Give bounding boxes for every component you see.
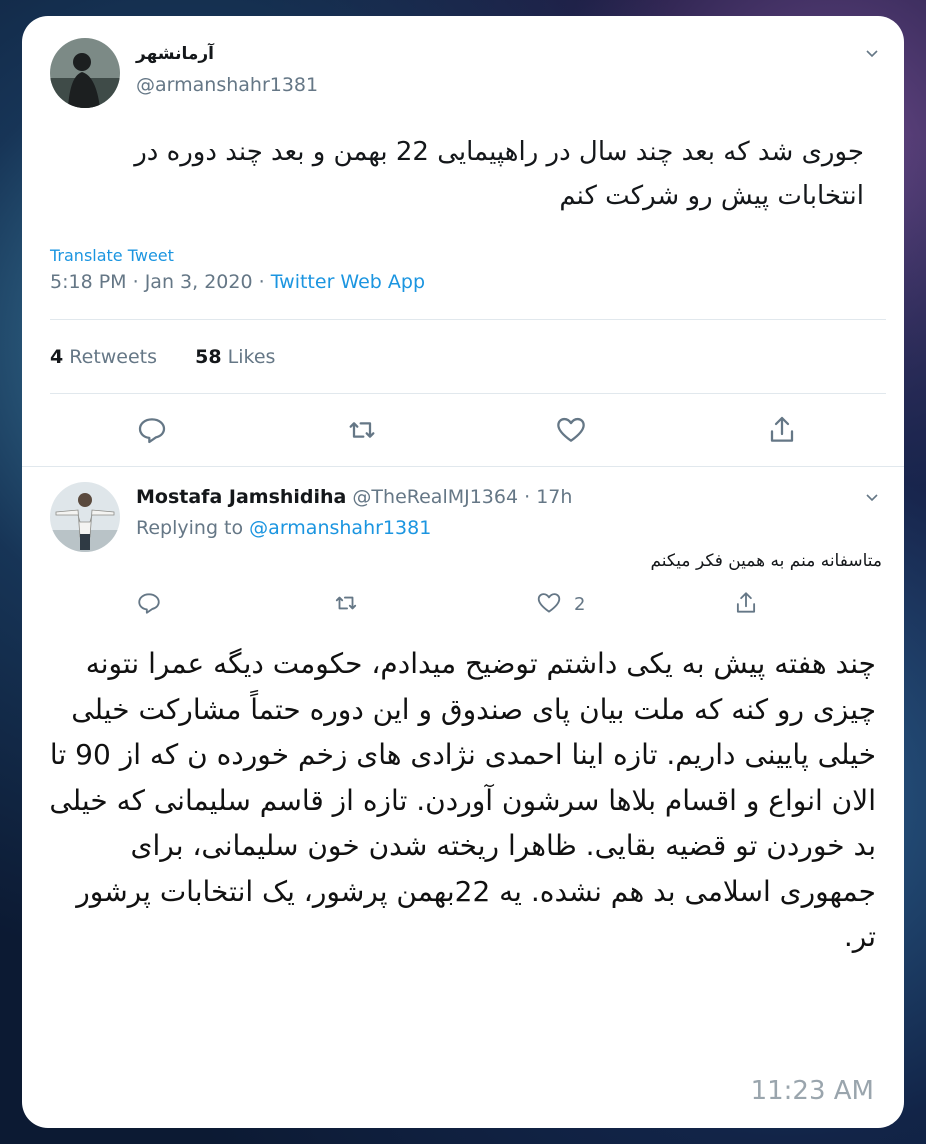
message-bubble: آرمانشهر @armanshahr1381 جوری شد که بعد … (22, 16, 904, 1128)
tweet-date[interactable]: Jan 3, 2020 (145, 271, 253, 293)
share-icon[interactable] (766, 414, 798, 446)
retweets-stat[interactable]: 4 Retweets (50, 346, 157, 368)
divider (50, 393, 886, 394)
reply-avatar[interactable] (50, 482, 120, 552)
tweet-time[interactable]: 5:18 PM (50, 271, 127, 293)
tweet-meta: 5:18 PM · Jan 3, 2020 · Twitter Web App (50, 271, 425, 293)
reply-icon[interactable] (136, 414, 168, 446)
reply-like-count: 2 (574, 594, 586, 615)
chevron-down-icon[interactable] (866, 48, 878, 60)
reply-handle[interactable]: @TheRealMJ1364 (352, 486, 518, 508)
reply-display-name[interactable]: Mostafa Jamshidiha (136, 486, 346, 508)
translate-tweet-link[interactable]: Translate Tweet (50, 246, 174, 265)
divider (50, 319, 886, 320)
reply-age[interactable]: 17h (536, 486, 572, 508)
retweet-icon[interactable] (333, 590, 359, 616)
tweet-stats: 4 Retweets 58 Likes (50, 346, 275, 368)
retweet-label: Retweets (69, 346, 158, 368)
heart-icon[interactable] (555, 414, 587, 446)
avatar[interactable] (50, 38, 120, 108)
share-icon[interactable] (733, 590, 759, 616)
likes-stat[interactable]: 58 Likes (195, 346, 275, 368)
message-text: چند هفته پیش به یکی داشتم توضیح میدادم، … (49, 647, 876, 953)
reply-icon[interactable] (136, 590, 162, 616)
message-timestamp: 11:23 AM (750, 1076, 874, 1106)
handle[interactable]: @armanshahr1381 (136, 74, 318, 96)
meta-separator: · (258, 271, 271, 293)
heart-icon[interactable] (536, 590, 562, 616)
reply-text: متاسفانه منم به همین فکر میکنم (650, 551, 882, 571)
like-count: 58 (195, 346, 222, 368)
meta-separator: · (524, 486, 531, 508)
retweet-count: 4 (50, 346, 64, 368)
reply-header: Mostafa Jamshidiha @TheRealMJ1364 · 17h (136, 486, 572, 508)
chevron-down-icon[interactable] (866, 492, 878, 504)
tweet-source[interactable]: Twitter Web App (271, 271, 425, 293)
replying-prefix: Replying to (136, 517, 244, 539)
display-name[interactable]: آرمانشهر (136, 44, 214, 64)
replying-handle-link[interactable]: @armanshahr1381 (249, 517, 431, 539)
tweet-text: جوری شد که بعد چند سال در راهپیمایی 22 ب… (134, 137, 864, 211)
divider (22, 466, 904, 467)
retweet-icon[interactable] (346, 414, 378, 446)
like-label: Likes (227, 346, 276, 368)
replying-to: Replying to @armanshahr1381 (136, 517, 431, 539)
meta-separator: · (132, 271, 145, 293)
